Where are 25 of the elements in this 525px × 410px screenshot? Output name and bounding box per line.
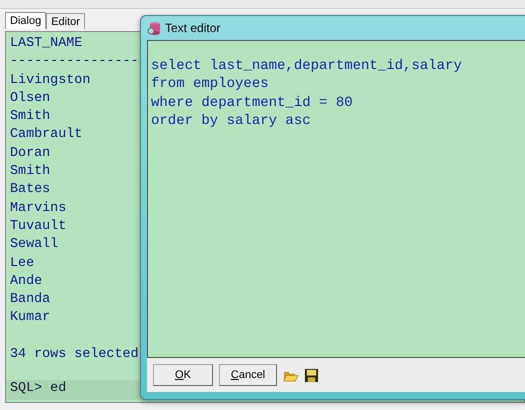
console-line: Marvins bbox=[10, 200, 66, 216]
console-line: Sewall bbox=[10, 237, 58, 252]
console-line: Lee bbox=[10, 256, 34, 271]
tab[interactable]: Editor bbox=[46, 13, 85, 29]
text-editor-field[interactable]: select last_name,department_id,salary from employees where department_id = 80 order by salary asc bbox=[147, 40, 525, 358]
console-line: Tuvault bbox=[10, 218, 66, 234]
console-line: Ande bbox=[10, 274, 42, 289]
database-icon bbox=[147, 21, 161, 35]
console-line: Olsen bbox=[10, 90, 50, 106]
console-line: Bates bbox=[10, 182, 50, 198]
console-line: Banda bbox=[10, 292, 50, 308]
save-icon[interactable] bbox=[304, 368, 319, 382]
console-line: LAST_NAME bbox=[10, 36, 82, 51]
console-line: ---------------- bbox=[10, 54, 139, 70]
console-line: Smith bbox=[10, 164, 50, 180]
console-line: Cambrault bbox=[10, 127, 82, 142]
console-line: Livingston bbox=[10, 72, 90, 88]
window-title: Text editor bbox=[165, 21, 220, 35]
console-line: Doran bbox=[10, 146, 50, 161]
tab[interactable]: Dialog bbox=[5, 12, 46, 29]
console-line: Kumar bbox=[10, 310, 50, 326]
cancel-button[interactable]: Cancel bbox=[219, 364, 277, 386]
console-line: Smith bbox=[10, 109, 50, 124]
ok-button[interactable]: OK bbox=[153, 364, 213, 386]
rows-selected-message: 34 rows selected bbox=[10, 347, 139, 362]
